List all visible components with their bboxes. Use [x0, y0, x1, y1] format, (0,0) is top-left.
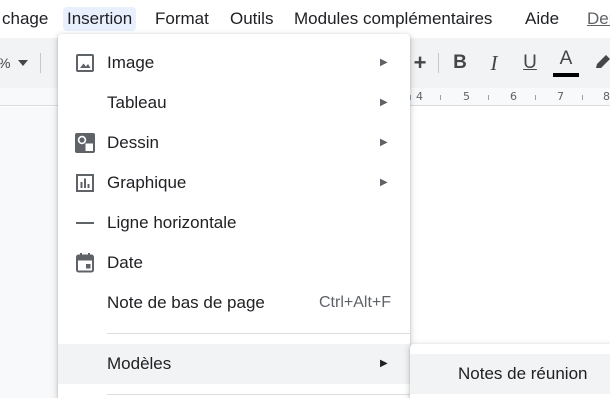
- menu-item-label: Tableau: [107, 93, 167, 112]
- italic-button[interactable]: I: [482, 38, 506, 88]
- menu-item-chart[interactable]: Graphique ▶: [58, 163, 410, 203]
- menu-item-footnote[interactable]: Note de bas de page Ctrl+Alt+F: [58, 283, 410, 323]
- zoom-suffix[interactable]: %: [0, 38, 10, 88]
- ruler-number: 5: [463, 90, 470, 103]
- menu-outils[interactable]: Outils: [230, 7, 273, 31]
- image-icon: [76, 54, 94, 72]
- submenu-arrow-icon: ▶: [380, 137, 388, 148]
- menu-item-table[interactable]: Tableau ▶: [58, 83, 410, 123]
- menu-item-shortcut: Ctrl+Alt+F: [318, 294, 391, 311]
- submenu-arrow-icon: ▶: [380, 177, 388, 188]
- text-color-swatch: [553, 73, 579, 77]
- menu-item-date[interactable]: Date: [58, 243, 410, 283]
- menu-item-drawing[interactable]: Dessin ▶: [58, 123, 410, 163]
- menu-item-label: Image: [107, 53, 155, 72]
- menu-modules[interactable]: Modules complémentaires: [294, 7, 492, 31]
- pen-icon: [596, 54, 610, 68]
- text-color-button[interactable]: A: [552, 38, 580, 88]
- chart-icon: [76, 174, 94, 192]
- menu-insertion[interactable]: Insertion: [63, 7, 137, 31]
- caret-down-icon: [18, 59, 28, 66]
- ruler-number: 7: [557, 90, 564, 103]
- insert-menu: Image ▶ Tableau ▶ Dessin ▶ Graphique ▶ L…: [58, 34, 410, 398]
- menu-affichage[interactable]: chage: [2, 7, 48, 31]
- menu-item-label: Ligne horizontale: [107, 213, 237, 232]
- ruler-number: 6: [510, 90, 517, 103]
- menu-item-templates[interactable]: Modèles ▶: [58, 344, 410, 384]
- menu-aide[interactable]: Aide: [525, 7, 559, 31]
- menu-item-label: Note de bas de page: [107, 293, 265, 312]
- submenu-arrow-icon: ▶: [380, 97, 388, 108]
- submenu-arrow-icon: ▶: [380, 57, 388, 68]
- menu-item-horizontal-line[interactable]: Ligne horizontale: [58, 203, 410, 243]
- ruler-number: 8: [603, 90, 610, 103]
- ruler-tick: [488, 95, 489, 100]
- submenu-item-meeting-notes[interactable]: Notes de réunion: [410, 354, 610, 394]
- templates-submenu: Notes de réunion: [410, 344, 610, 398]
- toolbar-separator: [40, 53, 41, 73]
- ruler-tick: [410, 95, 411, 100]
- menu-item-label: Dessin: [107, 133, 159, 152]
- horizontal-line-icon: [76, 222, 94, 224]
- submenu-arrow-icon: ▶: [380, 358, 388, 369]
- menu-divider: [107, 394, 410, 395]
- menu-item-label: Graphique: [107, 173, 187, 192]
- ruler-tick: [535, 95, 536, 100]
- drawing-icon: [75, 133, 95, 153]
- bold-button[interactable]: B: [448, 38, 472, 88]
- ruler-tick: [440, 95, 441, 100]
- menu-divider: [107, 333, 410, 334]
- menu-format[interactable]: Format: [155, 7, 209, 31]
- underline-button[interactable]: U: [518, 38, 542, 88]
- zoom-dropdown[interactable]: [12, 38, 34, 88]
- ruler-number: 4: [416, 90, 423, 103]
- last-edit-link[interactable]: Der: [587, 7, 610, 31]
- highlight-pen-button[interactable]: [592, 38, 610, 88]
- calendar-icon: [76, 253, 94, 273]
- menu-bar: chage Insertion Format Outils Modules co…: [0, 0, 610, 38]
- toolbar-separator: [438, 53, 439, 73]
- menu-item-label: Modèles: [107, 354, 172, 373]
- increase-font-size-button[interactable]: +: [408, 38, 432, 88]
- menu-item-image[interactable]: Image ▶: [58, 43, 410, 83]
- submenu-item-label: Notes de réunion: [458, 364, 588, 383]
- ruler-tick: [582, 95, 583, 100]
- menu-item-label: Date: [107, 253, 143, 272]
